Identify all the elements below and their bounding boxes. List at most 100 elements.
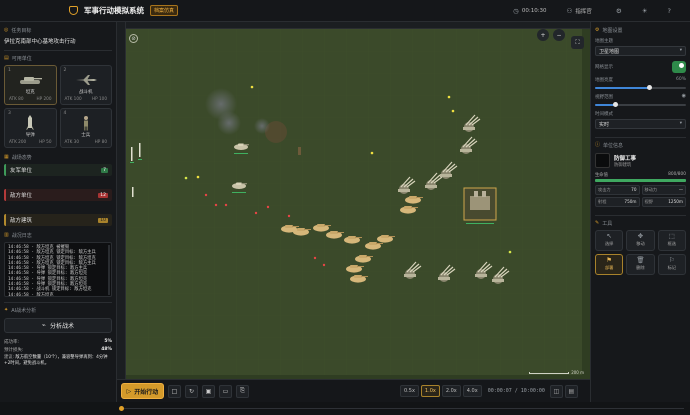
unit-stats: ATK 200 HP 50: [7, 139, 54, 144]
tool-deploy[interactable]: ⚑ 部署: [595, 253, 624, 275]
unit-card-tank[interactable]: 1 坦克 ATK 80 HP 200: [4, 65, 57, 105]
unit-stats: ATK 30 HP 80: [63, 139, 110, 144]
log-line: 14:46:58 - 敌方坦克 锁定目标: 敌方主兵: [8, 250, 96, 256]
grid-toggle[interactable]: [672, 61, 686, 73]
stat-vision: 视野 1250m: [641, 196, 686, 207]
battle-log[interactable]: 14:46:58 - 敌方坦克 被摧毁 14:46:58 - 敌方坦克 锁定目标:…: [4, 242, 112, 297]
tool-label: 标记: [667, 265, 677, 271]
layout-button[interactable]: ▤: [564, 384, 578, 398]
unit-stats: ATK 80 HP 200: [7, 96, 54, 101]
situation-header: ▦ 战场态势: [4, 154, 112, 162]
speed-0.5x[interactable]: 0.5x: [400, 385, 419, 397]
slider-knob[interactable]: [647, 85, 653, 90]
situation-row-enemy-units[interactable]: 敌方单位 12: [4, 189, 112, 201]
bottom-bar: ▷ 开始行动 □ ↻ ▣ ▭ ⎘ 0.5x 1.0x 2.0x 4.0x 00:…: [117, 379, 590, 402]
time-mode-select[interactable]: 实时 ▾: [595, 119, 686, 129]
mission-header: ◎ 任务目标: [4, 27, 112, 35]
play-icon: ▷: [126, 387, 132, 395]
stop-button[interactable]: □: [168, 384, 181, 398]
help-icon[interactable]: ?: [668, 8, 671, 15]
load-button[interactable]: ▭: [219, 384, 232, 398]
units-section-label: 可用单位: [11, 56, 32, 62]
ruler-left: [117, 22, 126, 379]
map-theme-select[interactable]: 卫星地图 ▾: [595, 46, 686, 56]
unit-card-soldier[interactable]: 4 士兵 ATK 30 HP 80: [59, 108, 112, 148]
situation-row-label: 友军单位: [10, 168, 33, 174]
target-icon: ◎: [4, 27, 9, 33]
export-button[interactable]: ⎘: [236, 384, 249, 398]
stat-label: 射程: [598, 198, 607, 204]
left-panel: ◎ 任务目标 伊拉克南部中心基地攻击行动 ▤ 可用单位 1 坦克 ATK 80 …: [0, 22, 117, 402]
tool-delete[interactable]: 🗑 删除: [626, 253, 655, 275]
success-rate: 成功率: 5%: [4, 339, 112, 345]
wrench-icon: ✎: [595, 219, 600, 226]
unit-atk: ATK 30: [64, 139, 80, 144]
opacity-slider[interactable]: [595, 85, 686, 90]
timeline-playhead[interactable]: [119, 406, 124, 411]
situation-row-friendly[interactable]: 友军单位 7: [4, 164, 112, 176]
tool-mark[interactable]: ⚐ 标记: [657, 253, 686, 275]
timeline[interactable]: [0, 402, 690, 415]
theme-icon[interactable]: ☀: [642, 8, 648, 15]
stat-value: 750m: [624, 199, 637, 204]
tools-header: ✎ 工具: [595, 220, 686, 227]
export-icon: ⎘: [240, 387, 245, 394]
reset-button[interactable]: ↻: [185, 384, 198, 398]
unit-info-head: 防御工事 防御建筑: [595, 153, 686, 168]
save-button[interactable]: ▣: [202, 384, 215, 398]
unit-name: 战斗机: [79, 90, 93, 95]
tool-box-select[interactable]: ⬚ 框选: [657, 229, 686, 251]
stat-range: 射程 750m: [595, 196, 640, 207]
slider-fill: [595, 87, 650, 89]
speed-4x[interactable]: 4.0x: [462, 385, 482, 397]
app-root: 军事行动模拟系统 档案仿真 ◷ 00:10:30 ⚇ 指挥官 ⚙ ☀ ? ◎ 任…: [0, 0, 690, 415]
unit-card-fighter[interactable]: 2 战斗机 ATK 100 HP 100: [59, 65, 112, 105]
unit-card-missile[interactable]: 3 导弹 ATK 200 HP 50: [4, 108, 57, 148]
opacity-value: 60%: [675, 77, 686, 82]
brain-icon: ✦: [4, 307, 9, 313]
view-range-slider[interactable]: [595, 102, 686, 107]
start-operation-button[interactable]: ▷ 开始行动: [121, 383, 164, 399]
commander-menu[interactable]: ⚇ 指挥官: [567, 7, 592, 15]
map-zoom-controls: + −: [537, 29, 565, 41]
situation-row-enemy-buildings[interactable]: 敌方建筑 10: [4, 214, 112, 226]
hp-value: 800/800: [668, 172, 686, 177]
tool-label: 框选: [667, 241, 677, 247]
divider: [4, 50, 112, 51]
log-scrollbar[interactable]: [108, 245, 110, 295]
trash-icon: 🗑: [636, 255, 645, 264]
expected-loss: 预计损失: 48%: [4, 347, 112, 353]
deploy-icon: ⚑: [606, 255, 613, 264]
advice-text: 敌方航空数量（10个），兼容整导弹再到：4分钟+2时间，避免战斗机。: [4, 355, 108, 366]
zoom-in-button[interactable]: +: [537, 29, 549, 41]
tool-move[interactable]: ✥ 移动: [626, 229, 655, 251]
unit-atk: ATK 200: [9, 139, 27, 144]
shield-logo-icon: [69, 6, 78, 15]
battle-map[interactable]: ⊘ + − ⛶ 200 m: [117, 22, 590, 379]
pointer-icon: ↖: [606, 231, 612, 240]
soldier-icon: [63, 114, 110, 132]
speed-1x[interactable]: 1.0x: [420, 385, 440, 397]
situation-row-label: 敌方建筑: [10, 218, 33, 224]
gear-icon[interactable]: ⚙: [616, 8, 622, 15]
building-count-badge: 10: [98, 217, 108, 223]
unit-name: 士兵: [81, 133, 91, 138]
analyze-tactics-button[interactable]: ⌁ 分析战术: [4, 318, 112, 333]
tool-select[interactable]: ↖ 选择: [595, 229, 624, 251]
slider-knob[interactable]: [612, 102, 618, 107]
unit-info-label: 单位信息: [603, 143, 624, 149]
unit-info-sub: 防御建筑: [614, 162, 632, 168]
map-fullscreen-button[interactable]: ⛶: [571, 36, 584, 49]
hp-label: 生命值: [595, 173, 608, 178]
analytics-icon: ⌁: [42, 321, 46, 330]
enemy-count-badge: 12: [98, 192, 108, 198]
compass-icon[interactable]: ⊘: [129, 34, 138, 43]
camera-button[interactable]: ◫: [549, 384, 563, 398]
opacity-label: 地图亮度: [595, 78, 613, 83]
loss-value: 48%: [101, 347, 112, 352]
unit-name: 导弹: [25, 133, 35, 138]
zoom-out-button[interactable]: −: [553, 29, 565, 41]
stat-value: 70: [631, 187, 637, 192]
speed-2x[interactable]: 2.0x: [441, 385, 461, 397]
unit-info-header: ⓘ 单位信息: [595, 142, 686, 150]
